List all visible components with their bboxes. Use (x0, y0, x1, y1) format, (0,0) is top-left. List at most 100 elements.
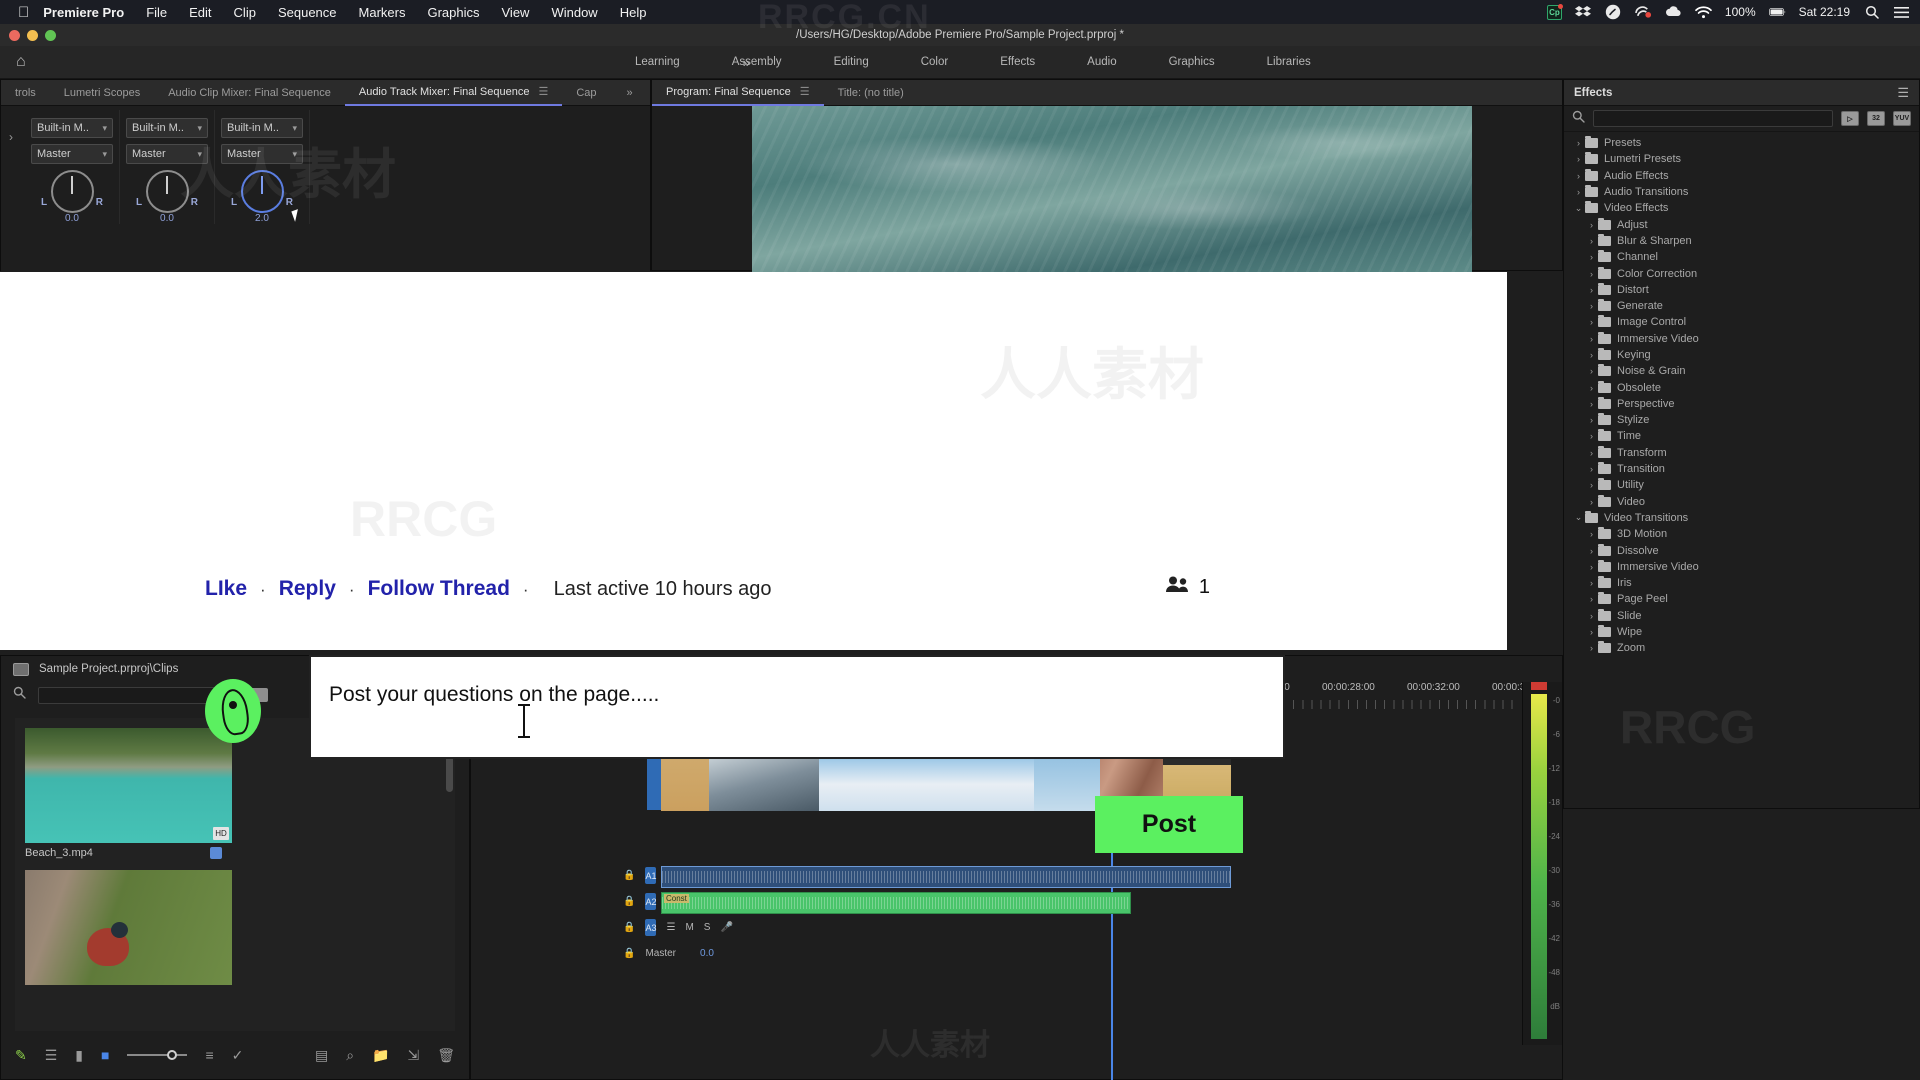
chevron-right-icon[interactable]: › (1585, 480, 1598, 490)
trash-icon[interactable]: 🗑 (437, 1047, 455, 1064)
strip-3-output-select[interactable]: Master ▾ (221, 144, 303, 164)
chevron-right-icon[interactable]: › (1585, 334, 1598, 344)
chevron-right-icon[interactable]: › (1585, 399, 1598, 409)
effects-tree-item[interactable]: › Wipe (1564, 624, 1919, 640)
effects-tree-item[interactable]: › Page Peel (1564, 591, 1919, 607)
strip-3-input-select[interactable]: Built-in M.. ▾ (221, 118, 303, 138)
strip-2-pan-control[interactable]: L R 0.0 (126, 170, 208, 224)
effects-tree-item[interactable]: ⌄ Video Effects (1564, 200, 1919, 216)
track-a3-meta-icon[interactable]: ☰ (666, 922, 675, 933)
workspace-tab-effects[interactable]: Effects (974, 56, 1061, 68)
track-head-a3[interactable]: 🔒 A3 ☰ M S 🎤 (619, 919, 733, 936)
chevron-right-icon[interactable]: › (1585, 285, 1598, 295)
lock-icon[interactable]: 🔒 (623, 870, 635, 881)
strip-2-pan-value[interactable]: 0.0 (160, 213, 174, 224)
effects-tree-item[interactable]: › Image Control (1564, 314, 1919, 330)
menu-view[interactable]: View (502, 5, 530, 20)
pen-icon[interactable]: ✎ (15, 1047, 27, 1064)
workspace-tab-assembly[interactable]: Assembly (706, 56, 808, 68)
menu-window[interactable]: Window (551, 5, 597, 20)
chevron-right-icon[interactable]: › (1585, 578, 1598, 588)
timeline-audio-clip-a1[interactable] (661, 866, 1231, 888)
hamburger-icon[interactable]: ☰ (538, 85, 548, 98)
chevron-right-icon[interactable]: › (1585, 562, 1598, 572)
pan-knob[interactable] (240, 170, 284, 213)
lock-icon[interactable]: 🔒 (623, 896, 635, 907)
close-button[interactable] (9, 29, 20, 41)
chevron-right-icon[interactable]: › (1585, 546, 1598, 556)
pan-knob[interactable] (50, 170, 94, 213)
parent-bin-icon[interactable] (13, 662, 29, 676)
new-item-icon[interactable]: ⇲ (407, 1047, 419, 1064)
lock-icon[interactable]: 🔒 (623, 922, 635, 933)
chevron-right-icon[interactable]: › (1585, 220, 1598, 230)
chevron-right-icon[interactable]: › (1572, 154, 1585, 164)
menu-clip[interactable]: Clip (234, 5, 256, 20)
effects-tree-item[interactable]: › Obsolete (1564, 379, 1919, 395)
home-icon[interactable]: ⌂ (16, 53, 26, 71)
effects-search-input[interactable] (1593, 110, 1833, 127)
search-icon[interactable] (1863, 4, 1880, 21)
chevron-right-icon[interactable]: › (1585, 529, 1598, 539)
menu-graphics[interactable]: Graphics (427, 5, 479, 20)
tab-audio-track-mixer[interactable]: Audio Track Mixer: Final Sequence ☰ (344, 80, 563, 106)
effects-tree-item[interactable]: › Dissolve (1564, 542, 1919, 558)
chevron-right-icon[interactable]: › (1585, 350, 1598, 360)
strip-1-pan-control[interactable]: L R 0.0 (31, 170, 113, 224)
effects-tree-item[interactable]: › Slide (1564, 608, 1919, 624)
chevron-right-icon[interactable]: › (1585, 464, 1598, 474)
apple-menu-icon[interactable]:  (18, 5, 29, 20)
zoom-slider[interactable] (127, 1050, 188, 1060)
hamburger-icon[interactable]: ☰ (1897, 85, 1909, 101)
strip-1-output-select[interactable]: Master ▾ (31, 144, 113, 164)
check-icon[interactable]: ✓ (232, 1047, 244, 1064)
menu-help[interactable]: Help (620, 5, 647, 20)
effects-tree-item[interactable]: › Stylize (1564, 412, 1919, 428)
hamburger-icon[interactable]: ☰ (800, 85, 810, 98)
effects-tree-item[interactable]: › Audio Transitions (1564, 184, 1919, 200)
chevron-right-icon[interactable]: › (1585, 252, 1598, 262)
list-view-icon[interactable]: ☰ (45, 1047, 58, 1064)
clip-color-tag[interactable] (210, 847, 222, 859)
maximize-button[interactable] (45, 29, 56, 41)
track-a3-mute-button[interactable]: M (685, 922, 693, 933)
effects-tree-item[interactable]: › Blur & Sharpen (1564, 233, 1919, 249)
track-head-master[interactable]: 🔒 Master 0.0 (619, 948, 729, 959)
chevron-right-icon[interactable]: › (1585, 594, 1598, 604)
chevron-right-icon[interactable]: › (1585, 269, 1598, 279)
tab-audio-track-mixer-controls[interactable]: trols (1, 80, 50, 106)
32-bit-color-icon[interactable]: 32 (1867, 111, 1885, 126)
workspace-tab-color[interactable]: Color (895, 56, 974, 68)
freeform-view-icon[interactable]: ■ (101, 1047, 109, 1063)
clip-thumbnail-bird[interactable] (25, 870, 232, 985)
tab-title-no-title[interactable]: Title: (no title) (824, 80, 918, 106)
effects-tree-item[interactable]: › Immersive Video (1564, 559, 1919, 575)
strip-3-pan-value[interactable]: 2.0 (255, 213, 269, 224)
chevron-right-icon[interactable]: › (1585, 415, 1598, 425)
effects-tree-item[interactable]: › Generate (1564, 298, 1919, 314)
tab-audio-clip-mixer[interactable]: Audio Clip Mixer: Final Sequence (154, 80, 345, 106)
strip-2-output-select[interactable]: Master ▾ (126, 144, 208, 164)
workspace-tab-graphics[interactable]: Graphics (1143, 56, 1241, 68)
chevron-right-icon[interactable]: › (1585, 431, 1598, 441)
new-bin-icon[interactable]: 📁 (372, 1047, 389, 1064)
chevron-right-icon[interactable]: › (1585, 611, 1598, 621)
battery-icon[interactable] (1768, 4, 1786, 21)
effects-tree-item[interactable]: › 3D Motion (1564, 526, 1919, 542)
strip-1-input-select[interactable]: Built-in M.. ▾ (31, 118, 113, 138)
tab-program-final-sequence[interactable]: Program: Final Sequence ☰ (652, 80, 824, 106)
timeline-audio-clip-a2[interactable]: Const (661, 892, 1131, 914)
meter-clip-indicator[interactable] (1531, 682, 1547, 690)
post-button[interactable]: Post (1095, 796, 1243, 853)
chevron-right-icon[interactable]: › (1585, 497, 1598, 507)
pan-knob[interactable] (145, 170, 189, 213)
captivate-icon[interactable]: Cp (1546, 3, 1563, 20)
chevron-right-icon[interactable]: › (1585, 366, 1598, 376)
control-center-icon[interactable] (1893, 4, 1910, 21)
chevron-right-icon[interactable]: › (1585, 383, 1598, 393)
chevron-right-icon[interactable]: › (1585, 627, 1598, 637)
audio-meters[interactable]: -0 -6 -12 -18 -24 -30 -36 -42 -48 dB (1522, 682, 1562, 1045)
menu-sequence[interactable]: Sequence (278, 5, 337, 20)
compose-textarea[interactable] (309, 655, 1285, 759)
chevron-right-icon[interactable]: › (1585, 317, 1598, 327)
